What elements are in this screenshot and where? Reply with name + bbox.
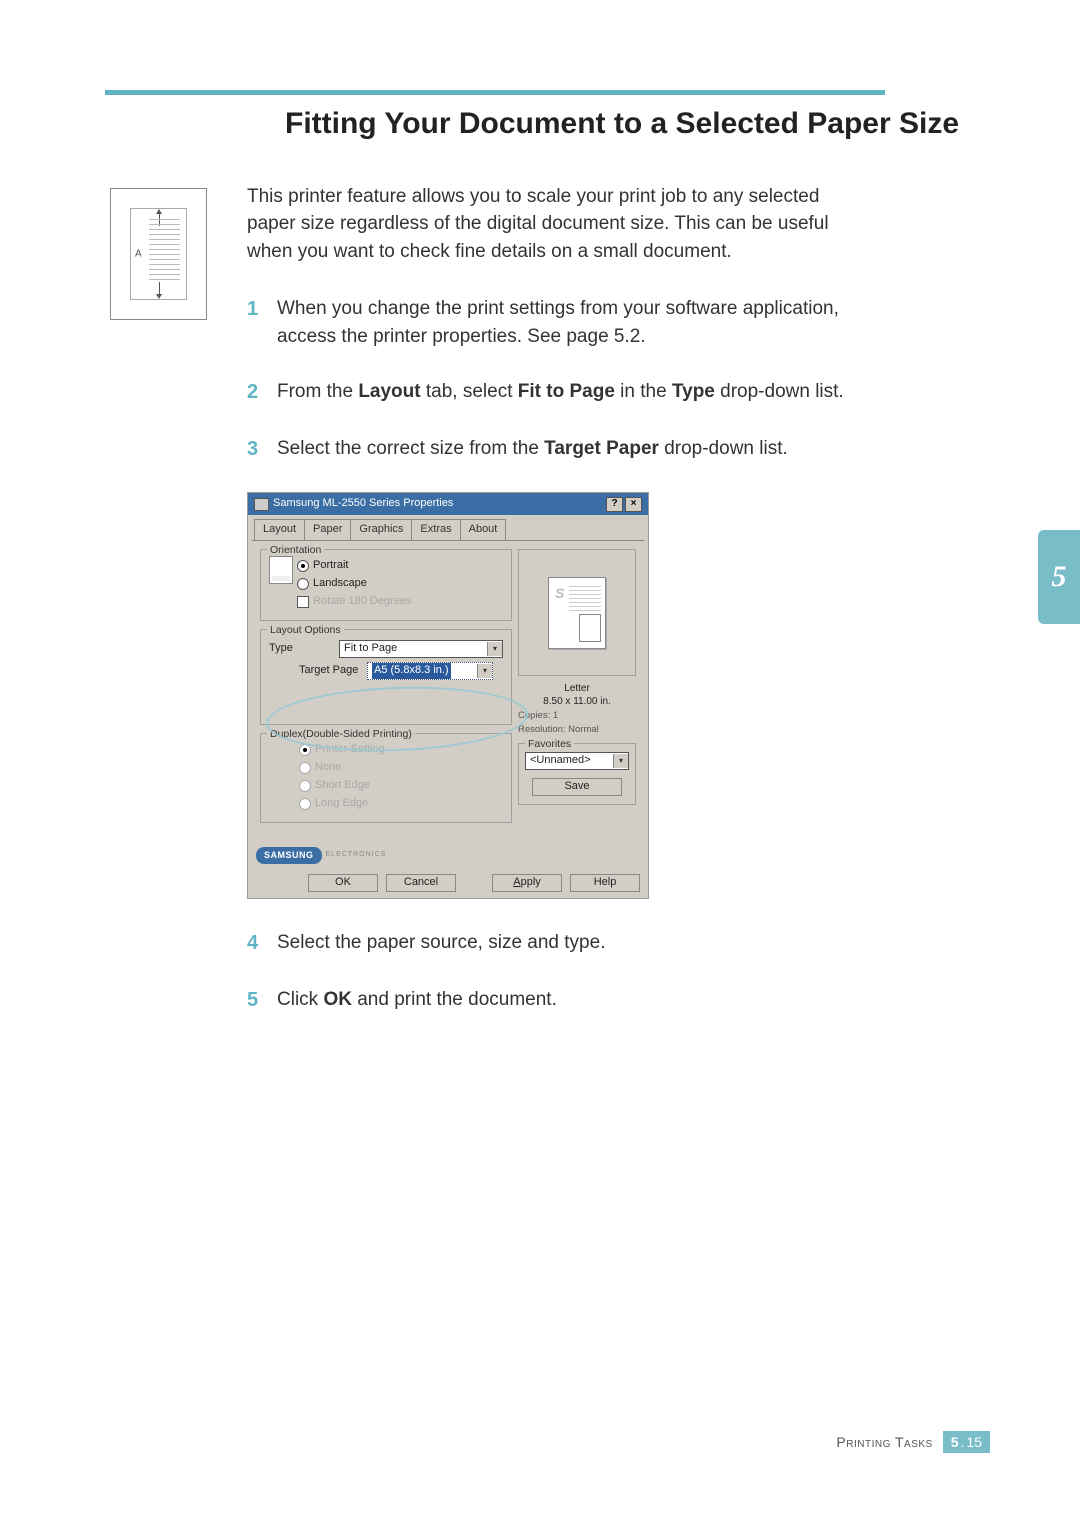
tab-extras[interactable]: Extras bbox=[411, 519, 460, 540]
chevron-down-icon: ▾ bbox=[613, 754, 628, 768]
page-footer: Printing Tasks 5.15 bbox=[836, 1431, 990, 1453]
page-title: Fitting Your Document to a Selected Pape… bbox=[285, 105, 985, 143]
favorites-group: Favorites <Unnamed> ▾ Save bbox=[518, 743, 636, 805]
printer-icon bbox=[254, 498, 269, 511]
close-button[interactable]: × bbox=[625, 497, 642, 512]
step-number: 2 bbox=[247, 378, 277, 407]
type-dropdown[interactable]: Fit to Page ▾ bbox=[339, 640, 503, 658]
radio-icon bbox=[299, 780, 311, 792]
help-button[interactable]: ? bbox=[606, 497, 623, 512]
illustration-a-label: A bbox=[135, 248, 142, 259]
target-page-label: Target Page bbox=[299, 663, 367, 679]
radio-none[interactable]: None bbox=[299, 760, 503, 776]
radio-icon bbox=[297, 560, 309, 572]
orientation-preview-icon bbox=[269, 556, 293, 584]
chevron-down-icon: ▾ bbox=[487, 642, 502, 656]
dropdown-value: A5 (5.8x8.3 in.) bbox=[372, 663, 451, 679]
resolution-text: Resolution: Normal bbox=[518, 724, 636, 736]
favorites-dropdown[interactable]: <Unnamed> ▾ bbox=[525, 752, 629, 770]
step-1: 1 When you change the print settings fro… bbox=[247, 295, 867, 350]
group-title: Favorites bbox=[525, 737, 574, 752]
step-5: 5 Click OK and print the document. bbox=[247, 986, 867, 1015]
preview-pane: S bbox=[518, 549, 636, 676]
radio-portrait[interactable]: Portrait bbox=[297, 558, 411, 574]
group-title: Layout Options bbox=[267, 623, 344, 638]
dialog-button-row: OK Cancel Apply Help bbox=[248, 868, 648, 898]
group-title: Duplex(Double-Sided Printing) bbox=[267, 727, 415, 742]
orientation-group: Orientation Portrait bbox=[260, 549, 512, 621]
step-text: Select the correct size from the Target … bbox=[277, 435, 867, 464]
tab-about[interactable]: About bbox=[460, 519, 507, 540]
paper-dimensions: 8.50 x 11.00 in. bbox=[518, 695, 636, 708]
dialog-title: Samsung ML-2550 Series Properties bbox=[273, 496, 453, 512]
layout-options-group: Layout Options Type Fit to Page ▾ Target… bbox=[260, 629, 512, 725]
step-4: 4 Select the paper source, size and type… bbox=[247, 929, 867, 958]
save-button[interactable]: Save bbox=[532, 778, 622, 796]
preview-page-icon: S bbox=[548, 577, 606, 649]
step-text: When you change the print settings from … bbox=[277, 295, 867, 350]
top-rule bbox=[105, 90, 885, 95]
radio-landscape[interactable]: Landscape bbox=[297, 576, 411, 592]
dropdown-value: Fit to Page bbox=[344, 641, 397, 657]
chevron-down-icon: ▾ bbox=[477, 664, 492, 678]
preview-info: Letter 8.50 x 11.00 in. Copies: 1 Resolu… bbox=[518, 682, 636, 737]
copies-text: Copies: 1 bbox=[518, 710, 636, 722]
tab-paper[interactable]: Paper bbox=[304, 519, 351, 540]
dialog-titlebar: Samsung ML-2550 Series Properties ? × bbox=[248, 493, 648, 515]
step-3: 3 Select the correct size from the Targe… bbox=[247, 435, 867, 464]
radio-icon bbox=[299, 762, 311, 774]
step-number: 4 bbox=[247, 929, 277, 958]
target-page-dropdown[interactable]: A5 (5.8x8.3 in.) ▾ bbox=[367, 662, 493, 680]
tab-strip: Layout Paper Graphics Extras About bbox=[248, 515, 648, 540]
step-2: 2 From the Layout tab, select Fit to Pag… bbox=[247, 378, 867, 407]
chapter-side-tab: 5 bbox=[1038, 530, 1080, 624]
step-number: 5 bbox=[247, 986, 277, 1015]
checkbox-rotate[interactable]: Rotate 180 Degrees bbox=[297, 594, 411, 610]
step-text: From the Layout tab, select Fit to Page … bbox=[277, 378, 867, 407]
paper-name: Letter bbox=[518, 682, 636, 695]
type-label: Type bbox=[269, 641, 339, 657]
dropdown-value: <Unnamed> bbox=[530, 753, 591, 769]
apply-button[interactable]: Apply bbox=[492, 874, 562, 892]
properties-dialog: Samsung ML-2550 Series Properties ? × La… bbox=[247, 492, 649, 898]
tab-graphics[interactable]: Graphics bbox=[350, 519, 412, 540]
type-row: Type Fit to Page ▾ bbox=[269, 640, 503, 658]
cancel-button[interactable]: Cancel bbox=[386, 874, 456, 892]
step-text: Click OK and print the document. bbox=[277, 986, 867, 1015]
ok-button[interactable]: OK bbox=[308, 874, 378, 892]
radio-printer-setting[interactable]: Printer Setting bbox=[299, 742, 503, 758]
chapter-number: 5 bbox=[1052, 560, 1067, 594]
checkbox-icon bbox=[297, 596, 309, 608]
step-number: 1 bbox=[247, 295, 277, 350]
footer-section-label: Printing Tasks bbox=[836, 1434, 932, 1450]
help-button[interactable]: Help bbox=[570, 874, 640, 892]
brand-subtext: ELECTRONICS bbox=[326, 850, 387, 860]
radio-short-edge[interactable]: Short Edge bbox=[299, 778, 503, 794]
step-number: 3 bbox=[247, 435, 277, 464]
samsung-logo: SAMSUNG bbox=[256, 847, 322, 864]
target-page-row: Target Page A5 (5.8x8.3 in.) ▾ bbox=[299, 662, 503, 680]
step-text: Select the paper source, size and type. bbox=[277, 929, 867, 958]
radio-long-edge[interactable]: Long Edge bbox=[299, 796, 503, 812]
intro-paragraph: This printer feature allows you to scale… bbox=[247, 183, 867, 266]
tab-layout[interactable]: Layout bbox=[254, 519, 305, 540]
brand-row: SAMSUNG ELECTRONICS bbox=[248, 843, 648, 868]
radio-icon bbox=[299, 744, 311, 756]
footer-page-badge: 5.15 bbox=[943, 1431, 990, 1453]
radio-icon bbox=[299, 798, 311, 810]
radio-icon bbox=[297, 578, 309, 590]
duplex-group: Duplex(Double-Sided Printing) Printer Se… bbox=[260, 733, 512, 823]
scale-illustration: A bbox=[110, 188, 207, 320]
